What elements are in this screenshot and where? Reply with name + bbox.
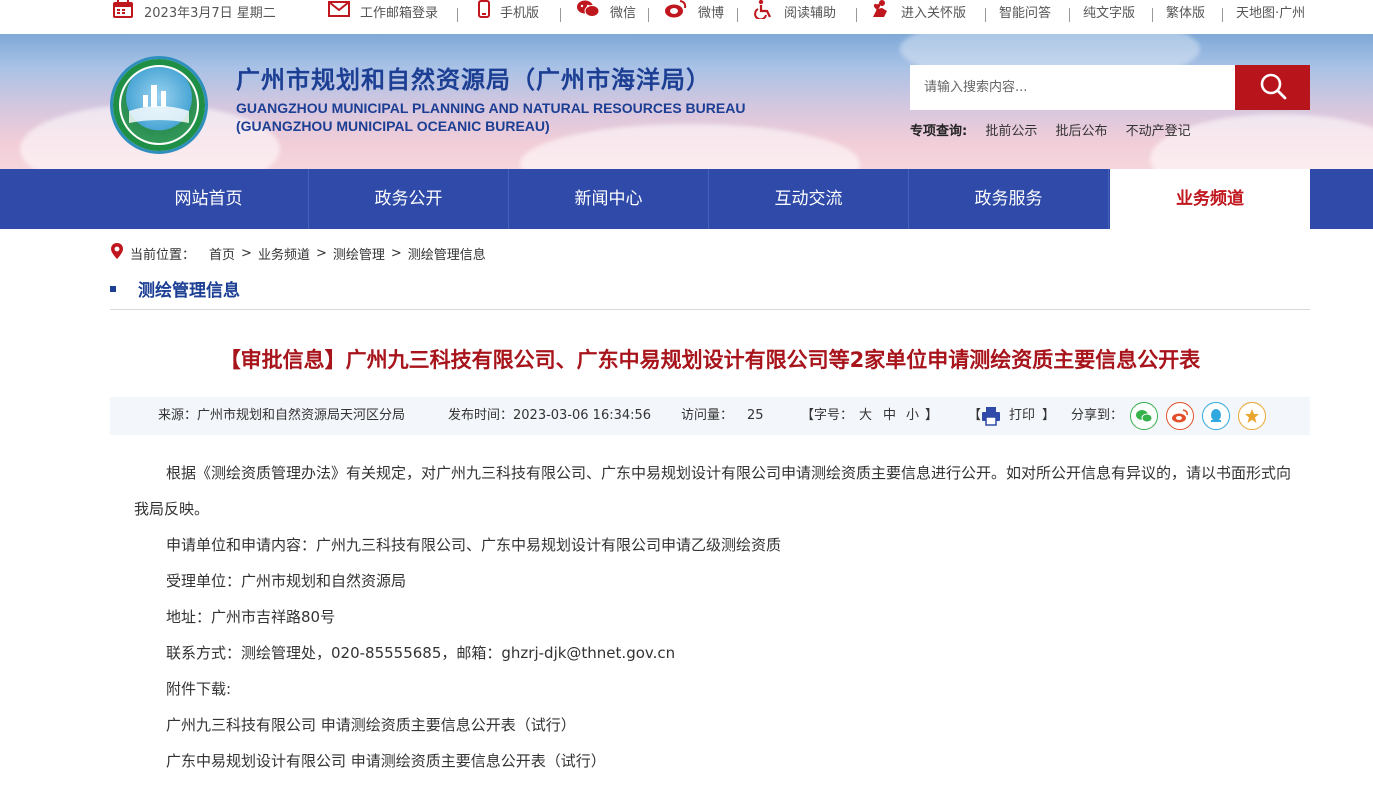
section-divider <box>110 309 1310 310</box>
share-qq-icon[interactable] <box>1202 402 1230 430</box>
article-body: 根据《测绘资质管理办法》有关规定，对广州九三科技有限公司、广东中易规划设计有限公… <box>134 455 1294 779</box>
webmail-label[interactable]: 工作邮箱登录 <box>360 0 438 28</box>
mobile-link[interactable]: 手机版 <box>478 0 539 28</box>
accepting-unit-paragraph: 受理单位：广州市规划和自然资源局 <box>166 572 407 590</box>
wechat-label[interactable]: 微信 <box>610 0 636 28</box>
mobile-icon <box>478 0 490 29</box>
mail-icon <box>328 0 350 28</box>
smart-qa-label[interactable]: 智能问答 <box>999 0 1051 28</box>
care-mode-label[interactable]: 进入关怀版 <box>901 0 966 28</box>
section-title-text: 测绘管理信息 <box>138 281 240 301</box>
contact-paragraph: 联系方式：测绘管理处，020-85555685，邮箱：ghzrj-djk@thn… <box>166 644 676 662</box>
search-icon <box>1259 72 1287 104</box>
date-display: 2023年3月7日 星期二 <box>112 0 276 28</box>
font-size-close: 】 <box>925 408 939 423</box>
publish-time: 发布时间：2023-03-06 16:34:56 <box>448 408 652 423</box>
breadcrumb-survey-info[interactable]: 测绘管理信息 <box>408 244 486 263</box>
calendar-icon <box>112 0 134 30</box>
text-only-label[interactable]: 纯文字版 <box>1083 0 1135 28</box>
article-meta: 来源：广州市规划和自然资源局天河区分局 发布时间：2023-03-06 16:3… <box>110 397 1310 435</box>
special-query-label: 专项查询: <box>910 124 968 139</box>
breadcrumb: 当前位置： 首页 > 业务频道 > 测绘管理 > 测绘管理信息 <box>110 242 486 264</box>
wechat-icon <box>576 0 600 30</box>
nav-tab-gov-affairs[interactable]: 政务公开 <box>309 169 509 229</box>
reading-aid-label[interactable]: 阅读辅助 <box>784 0 836 28</box>
care-mode-link[interactable]: 进入关怀版 <box>871 0 966 28</box>
section-title: 测绘管理信息 <box>110 276 240 301</box>
main-nav: 网站首页 政务公开 新闻中心 互动交流 政务服务 业务频道 <box>0 169 1373 229</box>
share-wechat-icon[interactable] <box>1130 402 1158 430</box>
weibo-link[interactable]: 微博 <box>664 0 724 28</box>
font-size-label: 【字号： <box>801 408 854 423</box>
breadcrumb-survey[interactable]: 测绘管理 <box>333 244 385 263</box>
nav-tab-news[interactable]: 新闻中心 <box>509 169 709 229</box>
visits-label: 访问量： <box>681 408 734 423</box>
date-text: 2023年3月7日 星期二 <box>144 6 276 21</box>
pre-approval-link[interactable]: 批前公示 <box>985 124 1037 139</box>
special-query: 专项查询: 批前公示 批后公布 不动产登记 <box>910 120 1205 139</box>
accessibility-icon <box>754 0 774 30</box>
intro-paragraph: 根据《测绘资质管理办法》有关规定，对广州九三科技有限公司、广东中易规划设计有限公… <box>134 464 1292 518</box>
tianditu-link[interactable]: 天地图·广州 <box>1236 0 1305 28</box>
breadcrumb-label: 当前位置： <box>130 247 196 263</box>
attachment-link-1[interactable]: 广州九三科技有限公司 申请测绘资质主要信息公开表（试行） <box>134 707 1294 743</box>
header-banner: 广州市规划和自然资源局（广州市海洋局） GUANGZHOU MUNICIPAL … <box>0 34 1373 169</box>
font-size-medium[interactable]: 中 <box>883 397 896 435</box>
share-weibo-icon[interactable] <box>1166 402 1194 430</box>
top-utility-bar: 2023年3月7日 星期二 工作邮箱登录 手机版 微信 微博 阅读辅助 进入关怀… <box>0 0 1373 30</box>
logo-emblem <box>121 67 197 143</box>
section-bullet <box>110 285 116 292</box>
smart-qa-link[interactable]: 智能问答 <box>999 0 1051 28</box>
print-close-bracket: 】 <box>1042 408 1056 423</box>
article-title: 【审批信息】广州九三科技有限公司、广东中易规划设计有限公司等2家单位申请测绘资质… <box>219 348 1201 372</box>
care-icon <box>871 0 891 30</box>
nav-tab-interaction[interactable]: 互动交流 <box>709 169 909 229</box>
breadcrumb-business[interactable]: 业务频道 <box>258 244 310 263</box>
attachment-label: 附件下载: <box>166 680 232 698</box>
attachment-link-2[interactable]: 广东中易规划设计有限公司 申请测绘资质主要信息公开表（试行） <box>134 743 1294 779</box>
nav-tab-services[interactable]: 政务服务 <box>909 169 1109 229</box>
nav-tab-home[interactable]: 网站首页 <box>109 169 309 229</box>
bureau-logo[interactable] <box>110 56 208 154</box>
post-approval-link[interactable]: 批后公布 <box>1056 124 1108 139</box>
print-open-bracket: 【 <box>968 408 982 423</box>
visits-count: 25 <box>747 408 764 423</box>
reading-aid-link[interactable]: 阅读辅助 <box>754 0 836 28</box>
weibo-icon <box>664 0 688 30</box>
address-paragraph: 地址：广州市吉祥路80号 <box>166 608 336 626</box>
wechat-link[interactable]: 微信 <box>576 0 636 28</box>
tianditu-label[interactable]: 天地图·广州 <box>1236 0 1305 28</box>
print-icon[interactable] <box>981 406 1001 430</box>
real-estate-link[interactable]: 不动产登记 <box>1126 124 1191 139</box>
mobile-label[interactable]: 手机版 <box>500 0 539 28</box>
article-source: 来源：广州市规划和自然资源局天河区分局 <box>158 408 406 423</box>
search-button[interactable] <box>1235 65 1310 110</box>
breadcrumb-home[interactable]: 首页 <box>209 244 235 263</box>
search-input[interactable]: 请输入搜索内容... <box>910 65 1235 110</box>
site-title-en-1: GUANGZHOU MUNICIPAL PLANNING AND NATURAL… <box>236 100 746 116</box>
font-size-large[interactable]: 大 <box>859 397 872 435</box>
share-label: 分享到： <box>1071 408 1124 423</box>
nav-tab-business[interactable]: 业务频道 <box>1110 169 1310 229</box>
webmail-link[interactable]: 工作邮箱登录 <box>328 0 438 28</box>
font-size-small[interactable]: 小 <box>906 397 919 435</box>
site-title-en-2: (GUANGZHOU MUNICIPAL OCEANIC BUREAU) <box>236 118 550 134</box>
location-pin-icon <box>110 242 124 264</box>
traditional-link[interactable]: 繁体版 <box>1166 0 1205 28</box>
site-title-cn: 广州市规划和自然资源局（广州市海洋局） <box>236 66 711 94</box>
applicant-paragraph: 申请单位和申请内容：广州九三科技有限公司、广东中易规划设计有限公司申请乙级测绘资… <box>166 536 782 554</box>
traditional-label[interactable]: 繁体版 <box>1166 0 1205 28</box>
share-qzone-icon[interactable] <box>1238 402 1266 430</box>
weibo-label[interactable]: 微博 <box>698 0 724 28</box>
text-only-link[interactable]: 纯文字版 <box>1083 0 1135 28</box>
print-button[interactable]: 打印 <box>1009 397 1035 435</box>
